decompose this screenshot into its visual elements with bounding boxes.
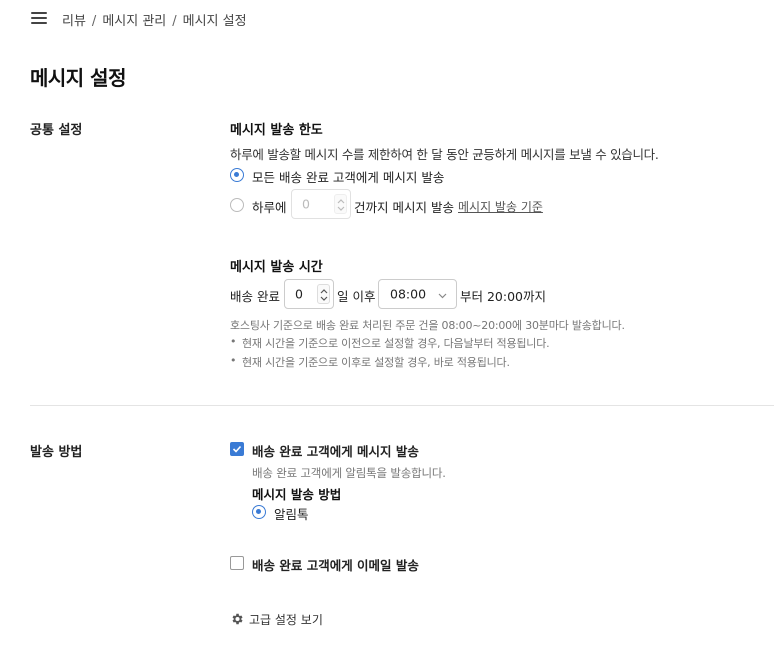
send-time-title: 메시지 발송 시간 (230, 260, 323, 275)
send-days-stepper[interactable]: 0 (284, 279, 334, 309)
breadcrumb-separator: / (172, 14, 177, 29)
send-limit-title: 메시지 발송 한도 (230, 123, 323, 138)
breadcrumb-item-review[interactable]: 리뷰 (62, 14, 86, 29)
checkbox-message-send-label[interactable]: 배송 완료 고객에게 메시지 발송 (252, 441, 419, 460)
page-title: 메시지 설정 (30, 66, 126, 90)
section-divider (30, 405, 774, 406)
send-days-suffix: 일 이후 (337, 289, 376, 304)
send-time-suffix: 부터 20:00까지 (460, 289, 546, 304)
section-label-send-method: 발송 방법 (30, 445, 83, 460)
send-criteria-link[interactable]: 메시지 발송 기준 (458, 198, 543, 215)
breadcrumb-item-message-management[interactable]: 메시지 관리 (102, 14, 166, 29)
radio-alimtalk[interactable] (252, 505, 266, 519)
checkbox-email-send[interactable] (230, 556, 244, 570)
breadcrumb-separator: / (91, 14, 97, 29)
radio-daily-limit[interactable] (230, 198, 244, 212)
bullet: • (230, 335, 237, 348)
bullet-text: 현재 시간을 기준으로 이전으로 설정할 경우, 다음날부터 적용됩니다. (242, 337, 550, 350)
daily-limit-stepper[interactable]: 0 (291, 189, 351, 219)
daily-limit-value: 0 (302, 196, 310, 212)
bullet-text: 현재 시간을 기준으로 이후로 설정할 경우, 바로 적용됩니다. (242, 356, 510, 369)
checkbox-email-send-label[interactable]: 배송 완료 고객에게 이메일 발송 (252, 555, 419, 574)
send-time-note-bullet-1: • 현재 시간을 기준으로 이전으로 설정할 경우, 다음날부터 적용됩니다. (230, 335, 550, 350)
send-days-value: 0 (295, 286, 303, 302)
hamburger-menu-icon[interactable] (31, 11, 49, 25)
radio-send-all[interactable] (230, 168, 244, 182)
radio-alimtalk-label[interactable]: 알림톡 (274, 504, 309, 523)
radio-send-all-label[interactable]: 모든 배송 완료 고객에게 메시지 발송 (252, 167, 444, 186)
send-limit-description: 하루에 발송할 메시지 수를 제한하여 한 달 동안 균등하게 메시지를 보낼 … (230, 147, 659, 162)
message-send-description: 배송 완료 고객에게 알림톡을 발송합니다. (252, 466, 446, 480)
send-time-prefix: 배송 완료 (230, 289, 280, 304)
daily-limit-suffix: 건까지 메시지 발송 (354, 200, 454, 215)
radio-daily-limit-label[interactable]: 하루에 (252, 197, 287, 216)
stepper-arrows-icon[interactable] (317, 284, 330, 304)
advanced-settings-label: 고급 설정 보기 (249, 613, 323, 627)
section-label-common-settings: 공통 설정 (30, 123, 83, 138)
send-time-select[interactable]: 08:00 (378, 279, 457, 309)
breadcrumb-item-message-settings[interactable]: 메시지 설정 (183, 14, 247, 29)
gear-icon (232, 613, 243, 625)
send-time-note-bullet-2: • 현재 시간을 기준으로 이후로 설정할 경우, 바로 적용됩니다. (230, 354, 510, 369)
stepper-arrows-icon[interactable] (334, 194, 347, 214)
bullet: • (230, 354, 237, 367)
breadcrumb: 리뷰 / 메시지 관리 / 메시지 설정 (62, 10, 247, 29)
checkmark-icon (232, 445, 242, 453)
send-time-note: 호스팅사 기준으로 배송 완료 처리된 주문 건을 08:00~20:00에 3… (230, 319, 625, 332)
chevron-down-icon (438, 293, 447, 299)
checkbox-message-send[interactable] (230, 442, 244, 456)
send-time-value: 08:00 (390, 286, 427, 302)
message-method-title: 메시지 발송 방법 (252, 487, 342, 502)
